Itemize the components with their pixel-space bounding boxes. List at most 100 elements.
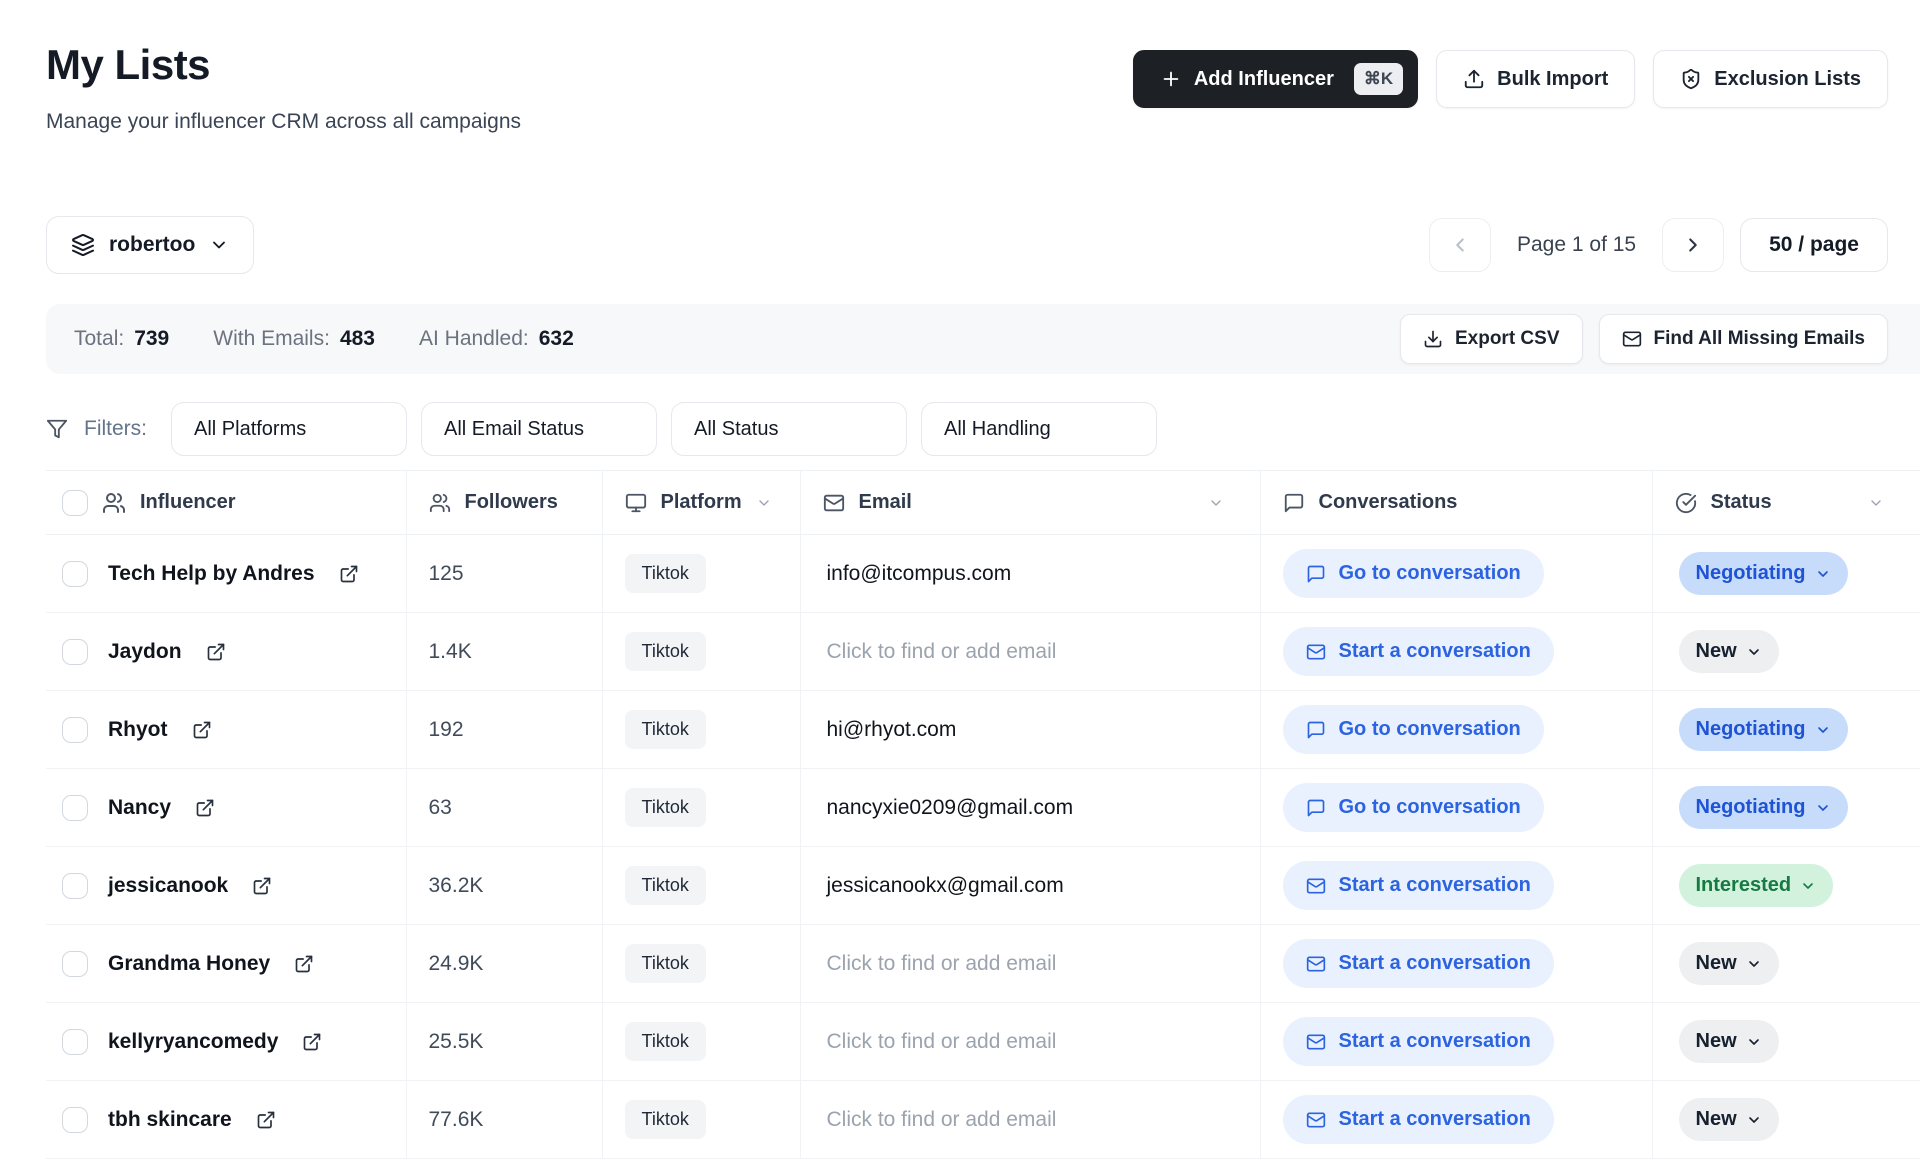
- with-emails-stat: With Emails: 483: [213, 327, 375, 351]
- start-conversation-button[interactable]: Start a conversation: [1283, 1095, 1554, 1144]
- status-badge-negotiating[interactable]: Negotiating: [1679, 708, 1848, 751]
- email-cell[interactable]: nancyxie0209@gmail.com: [800, 769, 1260, 847]
- table-row: kellyryancomedy25.5KTiktokClick to find …: [46, 1003, 1920, 1081]
- export-csv-button[interactable]: Export CSV: [1400, 314, 1583, 364]
- start-conversation-button[interactable]: Start a conversation: [1283, 1017, 1554, 1066]
- column-header-followers[interactable]: Followers: [406, 471, 602, 535]
- go-to-conversation-button[interactable]: Go to conversation: [1283, 783, 1544, 832]
- email-cell[interactable]: Click to find or add email: [800, 925, 1260, 1003]
- filter-select-all-email-status[interactable]: All Email Status: [421, 402, 657, 456]
- column-header-email[interactable]: Email: [800, 471, 1260, 535]
- keyboard-shortcut-badge: ⌘K: [1354, 63, 1403, 95]
- table-row: Grandma Honey24.9KTiktokClick to find or…: [46, 925, 1920, 1003]
- email-cell[interactable]: hi@rhyot.com: [800, 691, 1260, 769]
- status-badge-negotiating[interactable]: Negotiating: [1679, 786, 1848, 829]
- status-badge-new[interactable]: New: [1679, 1098, 1779, 1141]
- go-to-conversation-button[interactable]: Go to conversation: [1283, 705, 1544, 754]
- start-conversation-button[interactable]: Start a conversation: [1283, 627, 1554, 676]
- users-icon: [429, 492, 451, 514]
- bulk-import-button[interactable]: Bulk Import: [1436, 50, 1635, 108]
- chevron-down-icon: [1208, 495, 1254, 511]
- followers-count: 1.4K: [406, 613, 602, 691]
- column-header-platform[interactable]: Platform: [602, 471, 800, 535]
- external-link-icon[interactable]: [192, 720, 212, 740]
- row-checkbox[interactable]: [62, 951, 88, 977]
- with-emails-value: 483: [340, 327, 375, 351]
- filter-funnel-icon: [46, 418, 68, 440]
- chevron-down-icon: [1868, 495, 1914, 511]
- mail-icon: [1306, 876, 1326, 896]
- bulk-import-label: Bulk Import: [1497, 68, 1608, 91]
- page-size-selector[interactable]: 50 / page: [1740, 218, 1888, 272]
- column-label-status: Status: [1711, 491, 1772, 514]
- followers-count: 36.2K: [406, 847, 602, 925]
- chevron-down-icon: [1746, 956, 1762, 972]
- table-row: Tech Help by Andres125Tiktokinfo@itcompu…: [46, 535, 1920, 613]
- row-checkbox[interactable]: [62, 1029, 88, 1055]
- filter-select-all-status[interactable]: All Status: [671, 402, 907, 456]
- status-badge-negotiating[interactable]: Negotiating: [1679, 552, 1848, 595]
- previous-page-button[interactable]: [1429, 218, 1491, 272]
- find-missing-emails-button[interactable]: Find All Missing Emails: [1599, 314, 1889, 364]
- chevron-down-icon: [1815, 722, 1831, 738]
- select-all-checkbox[interactable]: [62, 490, 88, 516]
- add-influencer-label: Add Influencer: [1194, 68, 1334, 91]
- column-label-followers: Followers: [465, 491, 558, 514]
- chevron-right-icon: [1682, 234, 1704, 256]
- external-link-icon[interactable]: [206, 642, 226, 662]
- influencer-name: kellyryancomedy: [108, 1030, 278, 1054]
- upload-icon: [1463, 68, 1485, 90]
- start-conversation-button[interactable]: Start a conversation: [1283, 939, 1554, 988]
- external-link-icon[interactable]: [256, 1110, 276, 1130]
- row-checkbox[interactable]: [62, 639, 88, 665]
- chevron-down-icon: [1800, 878, 1816, 894]
- list-selector-dropdown[interactable]: robertoo: [46, 216, 254, 274]
- platform-badge: Tiktok: [625, 788, 706, 827]
- chevron-down-icon: [1746, 1034, 1762, 1050]
- next-page-button[interactable]: [1662, 218, 1724, 272]
- toolbar: robertoo Page 1 of 15 50 / page: [46, 216, 1920, 274]
- column-label-influencer: Influencer: [140, 491, 236, 514]
- export-csv-label: Export CSV: [1455, 328, 1560, 350]
- external-link-icon[interactable]: [302, 1032, 322, 1052]
- influencer-name: Tech Help by Andres: [108, 562, 315, 586]
- status-badge-new[interactable]: New: [1679, 630, 1779, 673]
- page-header: My Lists Manage your influencer CRM acro…: [46, 42, 1920, 136]
- external-link-icon[interactable]: [252, 876, 272, 896]
- email-cell[interactable]: info@itcompus.com: [800, 535, 1260, 613]
- stats-actions: Export CSV Find All Missing Emails: [1400, 314, 1888, 364]
- page-subtitle: Manage your influencer CRM across all ca…: [46, 108, 521, 136]
- message-bubble-icon: [1306, 564, 1326, 584]
- table-row: tbh skincare77.6KTiktokClick to find or …: [46, 1081, 1920, 1159]
- row-checkbox[interactable]: [62, 873, 88, 899]
- column-header-status[interactable]: Status: [1652, 471, 1920, 535]
- status-badge-interested[interactable]: Interested: [1679, 864, 1834, 907]
- influencer-name: Nancy: [108, 796, 171, 820]
- start-conversation-button[interactable]: Start a conversation: [1283, 861, 1554, 910]
- exclusion-lists-button[interactable]: Exclusion Lists: [1653, 50, 1888, 108]
- column-header-influencer[interactable]: Influencer: [46, 471, 406, 535]
- status-badge-new[interactable]: New: [1679, 942, 1779, 985]
- email-cell[interactable]: Click to find or add email: [800, 1003, 1260, 1081]
- email-cell[interactable]: jessicanookx@gmail.com: [800, 847, 1260, 925]
- row-checkbox[interactable]: [62, 1107, 88, 1133]
- mail-icon: [1306, 1032, 1326, 1052]
- external-link-icon[interactable]: [195, 798, 215, 818]
- row-checkbox[interactable]: [62, 795, 88, 821]
- table-body: Tech Help by Andres125Tiktokinfo@itcompu…: [46, 535, 1920, 1159]
- filters-row: Filters: All PlatformsAll Email StatusAl…: [46, 402, 1920, 456]
- total-label: Total:: [74, 327, 124, 351]
- row-checkbox[interactable]: [62, 717, 88, 743]
- filter-select-all-handling[interactable]: All Handling: [921, 402, 1157, 456]
- add-influencer-button[interactable]: Add Influencer ⌘K: [1133, 50, 1418, 108]
- filter-select-all-platforms[interactable]: All Platforms: [171, 402, 407, 456]
- column-label-email: Email: [859, 491, 912, 514]
- external-link-icon[interactable]: [294, 954, 314, 974]
- email-cell[interactable]: Click to find or add email: [800, 1081, 1260, 1159]
- column-header-conversations[interactable]: Conversations: [1260, 471, 1652, 535]
- external-link-icon[interactable]: [339, 564, 359, 584]
- email-cell[interactable]: Click to find or add email: [800, 613, 1260, 691]
- row-checkbox[interactable]: [62, 561, 88, 587]
- status-badge-new[interactable]: New: [1679, 1020, 1779, 1063]
- go-to-conversation-button[interactable]: Go to conversation: [1283, 549, 1544, 598]
